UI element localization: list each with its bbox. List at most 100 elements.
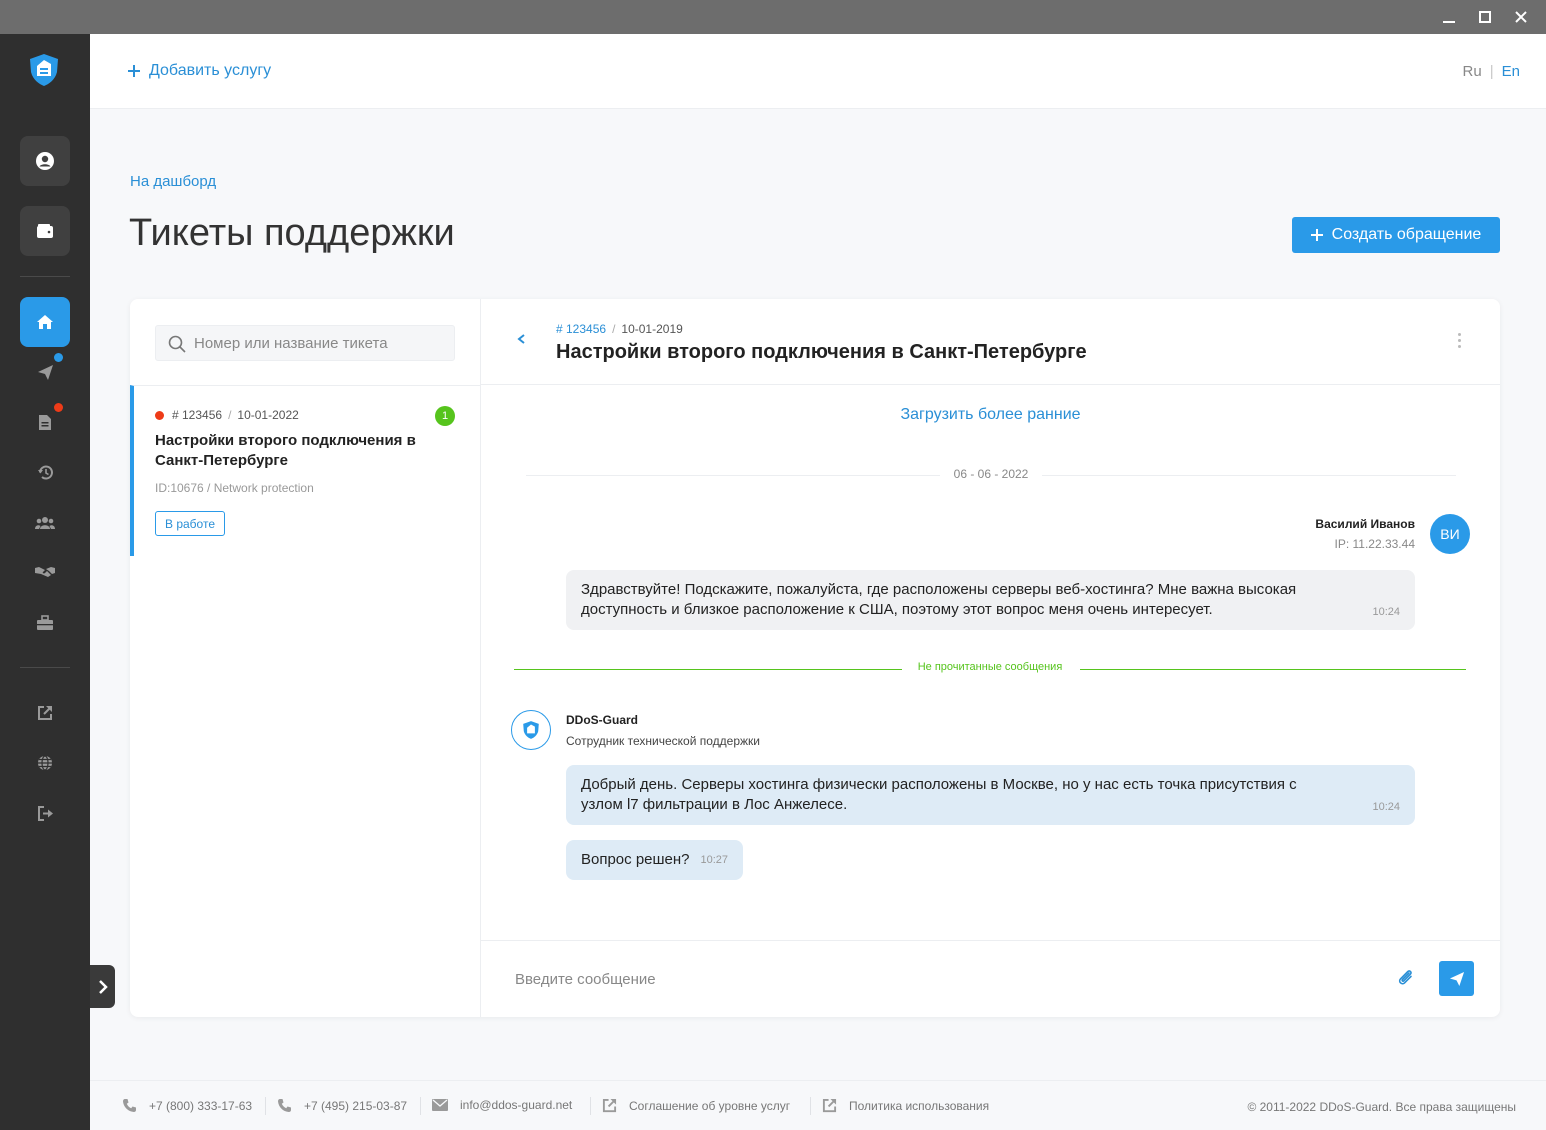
chat-ticket-date: 10-01-2019: [621, 322, 683, 336]
footer-phone2-label: +7 (495) 215-03-87: [304, 1098, 408, 1113]
sidebar-item-team[interactable]: [30, 507, 60, 537]
support-message2-time: 10:27: [700, 854, 729, 866]
user-avatar: ВИ: [1430, 514, 1470, 554]
close-icon[interactable]: [1510, 6, 1532, 28]
support-message1-line1: Добрый день. Серверы хостинга физически …: [581, 776, 1297, 793]
date-separator-label: 06 - 06 - 2022: [939, 467, 1043, 481]
window-titlebar: [0, 0, 1546, 34]
window-controls: [1438, 6, 1532, 28]
alert-dot: [54, 403, 63, 412]
unread-separator: Не прочитанные сообщения: [514, 661, 1466, 677]
chat-header: # 123456 / 10-01-2019 Настройки второго …: [481, 299, 1500, 385]
maximize-icon[interactable]: [1474, 6, 1496, 28]
plus-icon: [1310, 229, 1323, 241]
ticket-search-input[interactable]: [194, 326, 449, 360]
ticket-status-dot: [155, 410, 164, 420]
page-title: Тикеты поддержки: [129, 212, 455, 254]
external-link-icon: [38, 706, 52, 720]
sidebar-item-external[interactable]: [30, 698, 60, 728]
unread-label: Не прочитанные сообщения: [917, 661, 1063, 673]
users-icon: [35, 516, 55, 529]
footer-phone1-label: +7 (800) 333-17-63: [149, 1098, 253, 1113]
support-message2-text: Вопрос решен?: [581, 851, 690, 868]
breadcrumb-dashboard[interactable]: На дашборд: [130, 173, 216, 190]
chat-ticket-number[interactable]: # 123456: [556, 322, 606, 336]
support-name: DDoS-Guard: [566, 713, 638, 727]
message-input[interactable]: [515, 964, 1375, 994]
external-link-icon: [602, 1098, 617, 1113]
lang-en[interactable]: En: [1502, 63, 1520, 80]
ticket-meta: # 123456 / 10-01-2022: [155, 408, 299, 422]
sidebar-item-documents[interactable]: [30, 403, 63, 437]
footer-email[interactable]: info@ddos-guard.net: [432, 1098, 572, 1112]
home-icon: [37, 315, 53, 329]
footer-policy-label: Политика использования: [849, 1098, 990, 1113]
external-link-icon: [822, 1098, 837, 1113]
support-avatar: [511, 710, 551, 750]
lang-ru[interactable]: Ru: [1463, 63, 1482, 80]
user-message-line2: доступность и близкое расположение к США…: [581, 601, 1213, 618]
sidebar-item-wallet[interactable]: [20, 206, 70, 256]
ddos-guard-logo-icon[interactable]: [26, 52, 62, 88]
chat-title: Настройки второго подключения в Санкт-Пе…: [556, 341, 1087, 363]
document-icon: [39, 414, 51, 430]
support-message-bubble: Добрый день. Серверы хостинга физически …: [566, 765, 1415, 825]
footer-phone1[interactable]: +7 (800) 333-17-63: [122, 1098, 252, 1113]
ticket-list-item[interactable]: # 123456 / 10-01-2022 1 Настройки второг…: [130, 385, 480, 556]
handshake-icon: [35, 567, 55, 577]
user-icon: [36, 152, 54, 170]
send-button[interactable]: [1439, 961, 1474, 996]
ticket-date: 10-01-2022: [237, 408, 299, 422]
chevron-right-icon: [98, 979, 108, 994]
footer-policy-link[interactable]: Политика использования: [822, 1098, 989, 1113]
globe-icon: [38, 755, 52, 771]
date-separator: 06 - 06 - 2022: [526, 467, 1456, 483]
lang-separator: |: [1489, 63, 1494, 80]
support-message1-line2: узлом l7 фильтрации в Лос Анжелесе.: [581, 796, 848, 813]
footer-copyright: © 2011-2022 DDoS-Guard. Все права защище…: [1247, 1100, 1516, 1114]
send-icon: [37, 364, 53, 380]
user-message-bubble: Здравствуйте! Подскажите, пожалуйста, гд…: [566, 570, 1415, 630]
user-message-line1: Здравствуйте! Подскажите, пожалуйста, гд…: [581, 581, 1297, 598]
sidebar-item-profile[interactable]: [20, 136, 70, 186]
sidebar-item-logout[interactable]: [30, 798, 60, 828]
logout-icon: [37, 805, 53, 821]
wallet-icon: [37, 224, 53, 238]
footer: +7 (800) 333-17-63 +7 (495) 215-03-87 in…: [90, 1080, 1546, 1130]
mail-icon: [432, 1099, 448, 1111]
user-name: Василий Иванов: [1315, 517, 1415, 531]
sidebar-divider: [20, 667, 70, 668]
unread-count-badge: 1: [435, 406, 455, 426]
sidebar-item-tickets[interactable]: [30, 353, 63, 387]
footer-sla-link[interactable]: Соглашение об уровне услуг: [602, 1098, 790, 1113]
back-button[interactable]: [516, 332, 530, 352]
attach-icon[interactable]: [1396, 968, 1418, 990]
create-ticket-button[interactable]: Создать обращение: [1292, 217, 1500, 253]
tickets-card: # 123456 / 10-01-2022 1 Настройки второг…: [130, 299, 1500, 1017]
sidebar-item-partners[interactable]: [30, 557, 60, 587]
footer-phone2[interactable]: +7 (495) 215-03-87: [277, 1098, 407, 1113]
sidebar-item-services[interactable]: [30, 607, 60, 637]
load-earlier-link[interactable]: Загрузить более ранние: [481, 406, 1500, 424]
user-message-time: 10:24: [1372, 606, 1400, 618]
sidebar-item-network[interactable]: [30, 748, 60, 778]
create-ticket-label: Создать обращение: [1331, 226, 1482, 243]
language-switcher: Ru | En: [1463, 63, 1520, 80]
ticket-list-panel: # 123456 / 10-01-2022 1 Настройки второг…: [130, 299, 481, 1017]
search-icon: [168, 335, 186, 353]
user-ip: IP: 11.22.33.44: [1334, 537, 1415, 551]
sidebar-expand-button[interactable]: [90, 965, 115, 1008]
footer-email-label: info@ddos-guard.net: [460, 1098, 573, 1112]
ticket-search: [155, 325, 455, 361]
minimize-icon[interactable]: [1438, 6, 1460, 28]
sidebar-item-history[interactable]: [30, 457, 60, 487]
history-icon: [37, 465, 53, 480]
more-options-icon[interactable]: [1455, 333, 1463, 353]
sidebar-item-home[interactable]: [20, 297, 70, 347]
ticket-number: # 123456: [172, 408, 223, 422]
ddos-guard-logo-icon: [523, 721, 539, 739]
support-message1-time: 10:24: [1372, 801, 1400, 813]
sidebar: [0, 34, 90, 1130]
add-service-link[interactable]: Добавить услугу: [128, 62, 271, 80]
ticket-title: Настройки второго подключения в Санкт-Пе…: [155, 432, 416, 469]
